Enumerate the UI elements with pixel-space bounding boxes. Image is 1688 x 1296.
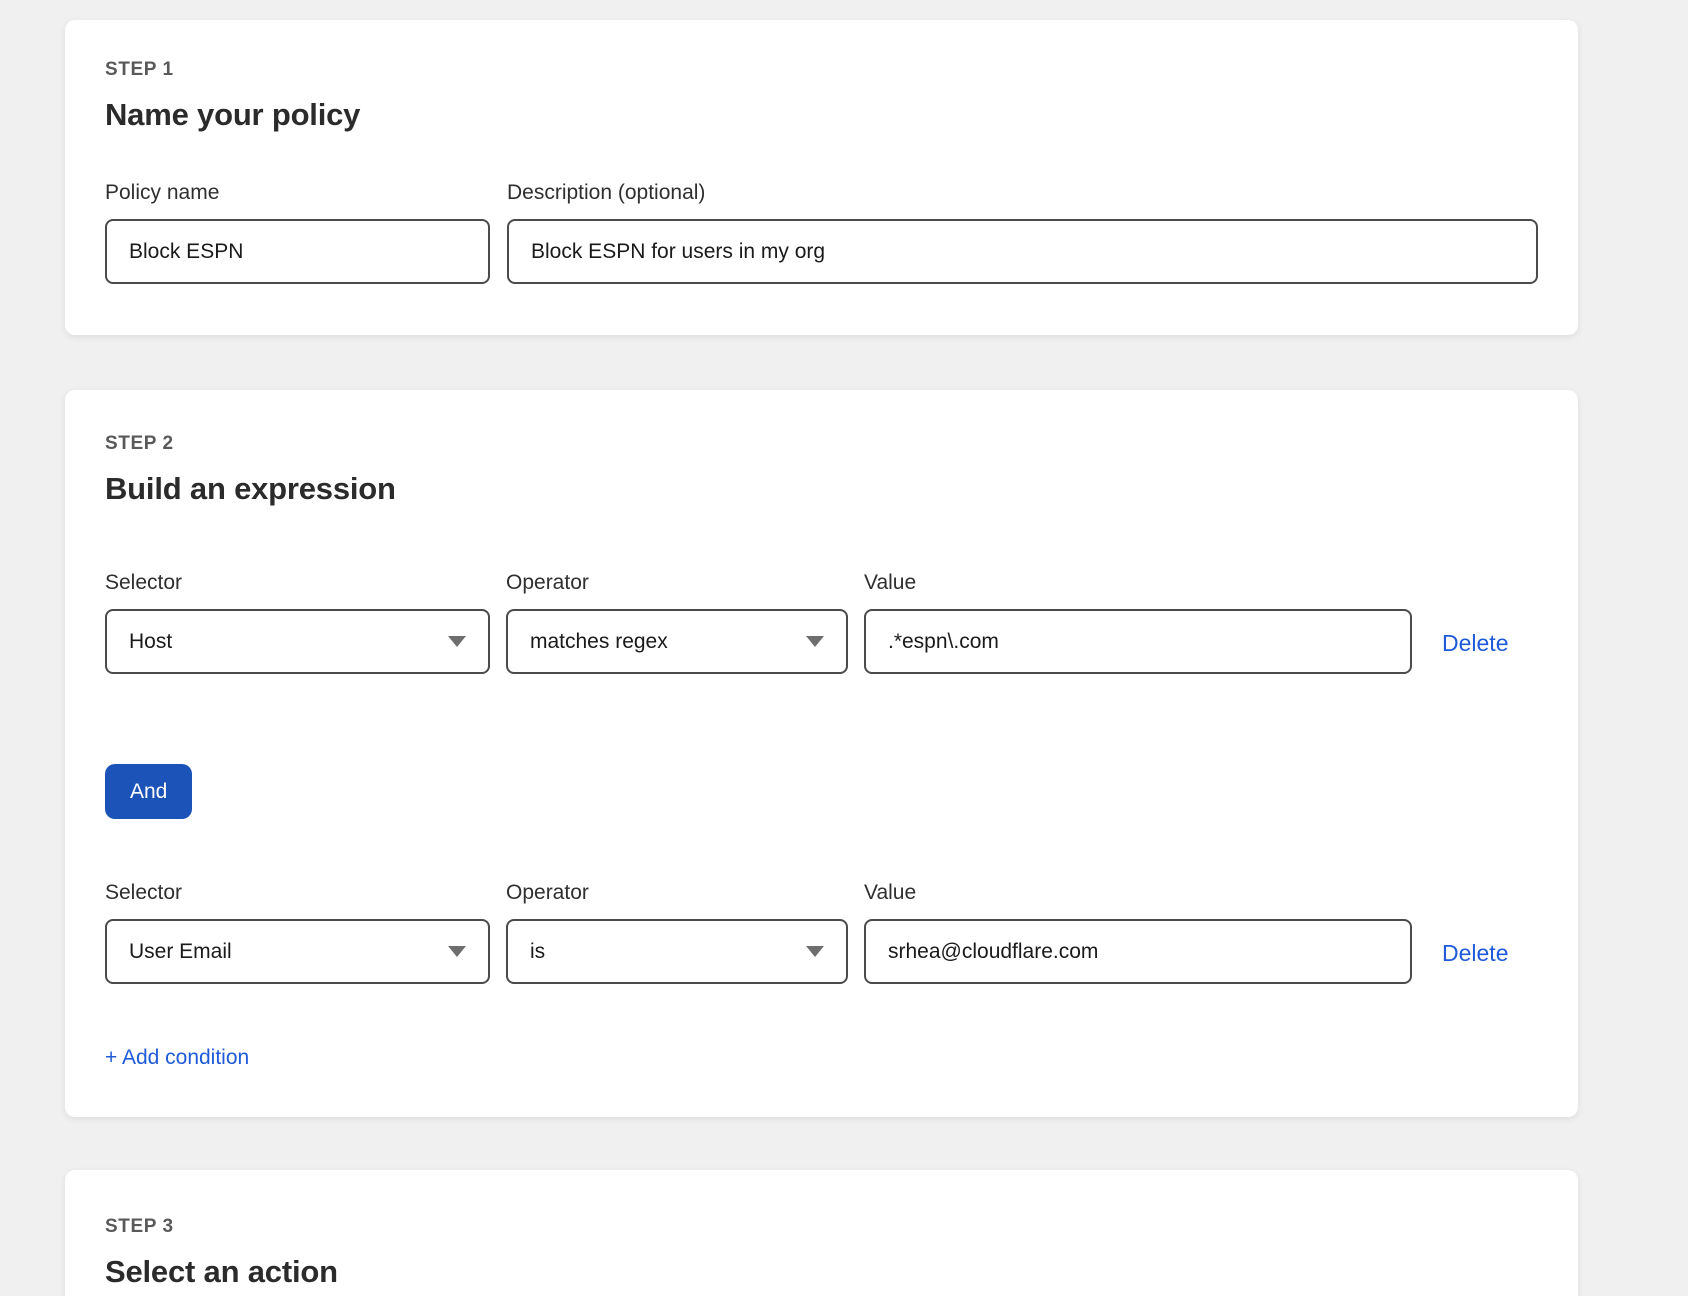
description-label: Description (optional) [507, 180, 1538, 206]
condition1-operator-label: Operator [506, 570, 848, 596]
condition2-value-label: Value [864, 880, 1412, 906]
condition2-operator-label: Operator [506, 880, 848, 906]
condition-row-1: Selector Host Operator matches regex Val… [105, 570, 1538, 674]
chevron-down-icon [448, 636, 466, 647]
description-field-group: Description (optional) [507, 180, 1538, 284]
condition2-value-input[interactable] [864, 919, 1412, 984]
chevron-down-icon [448, 946, 466, 957]
condition1-delete-link[interactable]: Delete [1442, 630, 1508, 657]
step3-title: Select an action [105, 1253, 1538, 1291]
policy-builder-page: STEP 1 Name your policy Policy name Desc… [0, 20, 1688, 1296]
condition2-value-field: Value [864, 880, 1412, 984]
step3-card: STEP 3 Select an action [65, 1170, 1578, 1296]
step1-title: Name your policy [105, 96, 1538, 134]
condition1-selector-field: Selector Host [105, 570, 490, 674]
step1-card: STEP 1 Name your policy Policy name Desc… [65, 20, 1578, 335]
condition1-operator-dropdown[interactable]: matches regex [506, 609, 848, 674]
condition2-selector-label: Selector [105, 880, 490, 906]
step2-title: Build an expression [105, 470, 1538, 508]
step2-step-label: STEP 2 [105, 432, 1538, 456]
add-condition-link[interactable]: + Add condition [105, 1046, 249, 1070]
condition-row-2: Selector User Email Operator is Value De… [105, 880, 1538, 984]
chevron-down-icon [806, 946, 824, 957]
condition2-selector-value: User Email [129, 940, 232, 964]
condition1-selector-value: Host [129, 630, 172, 654]
and-button[interactable]: And [105, 764, 192, 819]
condition1-value-input[interactable] [864, 609, 1412, 674]
step1-fields-row: Policy name Description (optional) [105, 180, 1538, 284]
policy-name-field-group: Policy name [105, 180, 490, 284]
step2-card: STEP 2 Build an expression Selector Host… [65, 390, 1578, 1117]
condition1-value-label: Value [864, 570, 1412, 596]
condition2-operator-dropdown[interactable]: is [506, 919, 848, 984]
condition2-delete-link[interactable]: Delete [1442, 940, 1508, 967]
condition1-selector-label: Selector [105, 570, 490, 596]
condition1-selector-dropdown[interactable]: Host [105, 609, 490, 674]
description-input[interactable] [507, 219, 1538, 284]
step3-step-label: STEP 3 [105, 1215, 1538, 1239]
chevron-down-icon [806, 636, 824, 647]
policy-name-input[interactable] [105, 219, 490, 284]
condition1-operator-value: matches regex [530, 630, 668, 654]
condition2-operator-value: is [530, 940, 545, 964]
condition1-value-field: Value [864, 570, 1412, 674]
condition1-operator-field: Operator matches regex [506, 570, 848, 674]
policy-name-label: Policy name [105, 180, 490, 206]
condition2-selector-dropdown[interactable]: User Email [105, 919, 490, 984]
condition2-operator-field: Operator is [506, 880, 848, 984]
condition2-selector-field: Selector User Email [105, 880, 490, 984]
step1-step-label: STEP 1 [105, 58, 1538, 82]
